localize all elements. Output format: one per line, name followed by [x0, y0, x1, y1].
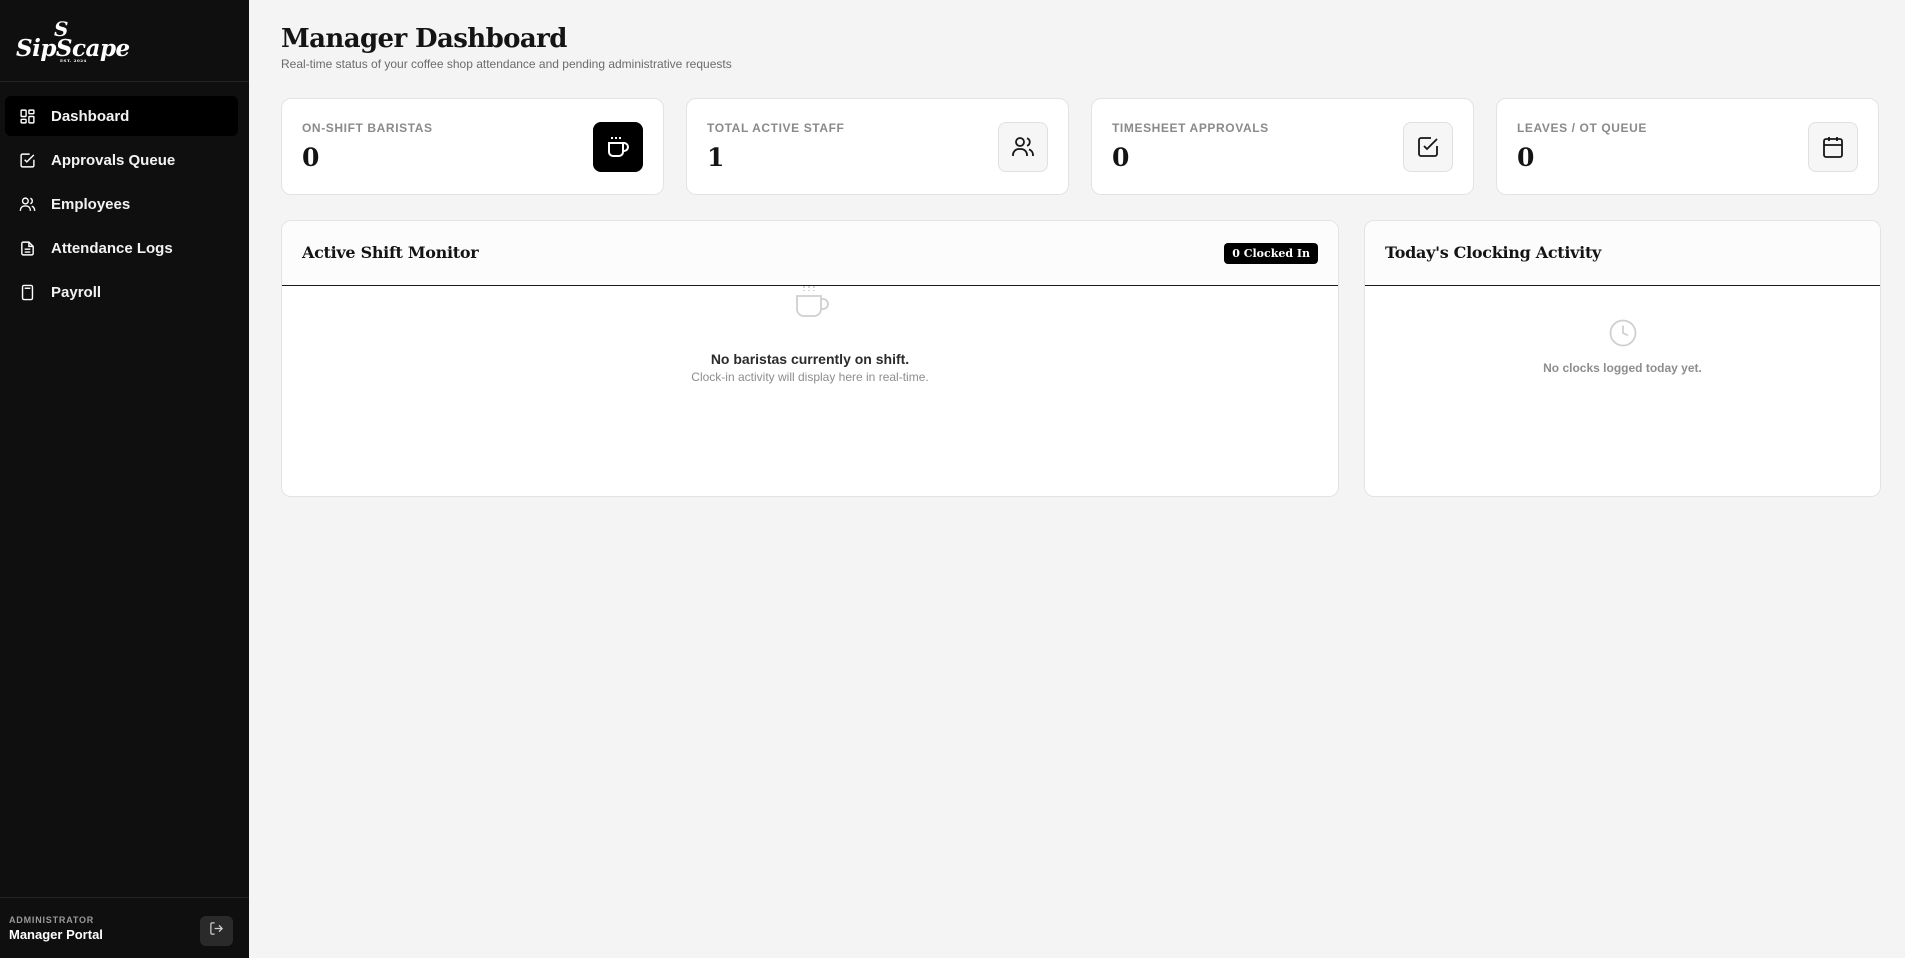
stat-value: 0	[1112, 143, 1130, 172]
sidebar-item-approvals-queue[interactable]: Approvals Queue	[5, 140, 238, 180]
page-title: Manager Dashboard	[281, 24, 567, 54]
panel-title: Active Shift Monitor	[302, 243, 479, 262]
clocked-in-badge: 0 Clocked In	[1224, 243, 1318, 264]
sidebar-item-label: Payroll	[51, 283, 102, 301]
todays-clocking-activity-panel: Today's Clocking Activity No clocks logg…	[1364, 220, 1881, 497]
coffee-cup-icon	[793, 284, 831, 325]
sidebar-item-payroll[interactable]: Payroll	[5, 272, 238, 312]
sidebar-footer: ADMINISTRATOR Manager Portal	[0, 897, 249, 958]
stat-card-timesheet-approvals: TIMESHEET APPROVALS 0	[1091, 98, 1474, 195]
checkbox-icon	[1403, 122, 1453, 172]
brand-name: SipScape	[16, 34, 130, 62]
sidebar-item-label: Dashboard	[51, 107, 130, 125]
stat-label: TOTAL ACTIVE STAFF	[707, 121, 845, 135]
stat-label: LEAVES / OT QUEUE	[1517, 121, 1647, 135]
sidebar-nav: Dashboard Approvals Queue Employees Atte…	[0, 82, 249, 312]
sidebar-item-dashboard[interactable]: Dashboard	[5, 96, 238, 136]
sidebar-item-label: Attendance Logs	[51, 239, 173, 257]
panel-header: Active Shift Monitor 0 Clocked In	[282, 221, 1338, 286]
calendar-icon	[1808, 122, 1858, 172]
sidebar-item-employees[interactable]: Employees	[5, 184, 238, 224]
empty-state: No clocks logged today yet.	[1365, 319, 1880, 375]
empty-state-subtitle: Clock-in activity will display here in r…	[691, 370, 929, 384]
sidebar-item-label: Employees	[51, 195, 131, 213]
sidebar-item-attendance-logs[interactable]: Attendance Logs	[5, 228, 238, 268]
page-subtitle: Real-time status of your coffee shop att…	[281, 57, 732, 71]
stat-label: TIMESHEET APPROVALS	[1112, 121, 1269, 135]
document-icon	[18, 239, 36, 257]
stat-value: 1	[707, 143, 725, 172]
logout-icon	[209, 921, 224, 941]
coffee-icon	[593, 122, 643, 172]
stat-value: 0	[302, 143, 320, 172]
sidebar: S SipScape EST. 2024 Dashboard Approvals…	[0, 0, 249, 958]
checkbox-icon	[18, 151, 36, 169]
brand-logo[interactable]: S SipScape EST. 2024	[16, 19, 130, 63]
main-content: Manager Dashboard Real-time status of yo…	[249, 0, 1905, 958]
stat-card-total-active-staff: TOTAL ACTIVE STAFF 1	[686, 98, 1069, 195]
brand-est: EST. 2024	[60, 57, 87, 63]
users-icon	[18, 195, 36, 213]
logo-area: S SipScape EST. 2024	[0, 0, 249, 82]
active-shift-monitor-panel: Active Shift Monitor 0 Clocked In No bar…	[281, 220, 1339, 497]
panel-header: Today's Clocking Activity	[1365, 221, 1880, 286]
stat-label: ON-SHIFT BARISTAS	[302, 121, 433, 135]
stat-card-leaves-ot-queue: LEAVES / OT QUEUE 0	[1496, 98, 1879, 195]
empty-state-title: No baristas currently on shift.	[710, 351, 910, 367]
grid-icon	[18, 107, 36, 125]
empty-state-text: No clocks logged today yet.	[1543, 361, 1702, 375]
users-icon	[998, 122, 1048, 172]
sidebar-item-label: Approvals Queue	[51, 151, 176, 169]
clock-icon	[1608, 318, 1638, 353]
stat-card-on-shift-baristas: ON-SHIFT BARISTAS 0	[281, 98, 664, 195]
panel-title: Today's Clocking Activity	[1385, 243, 1602, 262]
logout-button[interactable]	[200, 916, 233, 946]
empty-state: No baristas currently on shift. Clock-in…	[282, 286, 1338, 384]
calculator-icon	[18, 283, 36, 301]
stat-value: 0	[1517, 143, 1535, 172]
